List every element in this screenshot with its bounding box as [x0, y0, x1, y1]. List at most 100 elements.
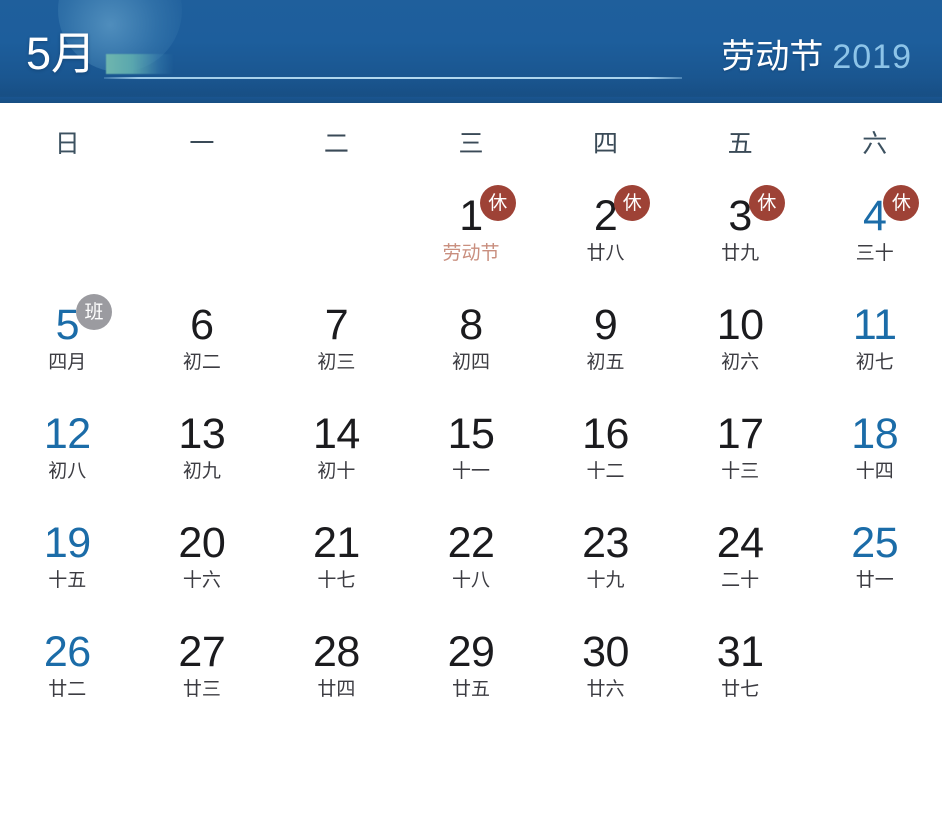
weekday-header-4: 四: [593, 130, 619, 158]
day-cell[interactable]: 5 班四月: [0, 290, 135, 399]
lunar-date-label: 十一: [451, 461, 490, 482]
day-number-wrapper: 12: [44, 410, 91, 458]
day-number: 28: [313, 628, 360, 676]
day-number-wrapper: 16: [582, 410, 629, 458]
day-cell[interactable]: 26 廿二: [0, 617, 135, 726]
day-number-wrapper: 5班: [56, 294, 112, 349]
day-number-wrapper: 15: [448, 410, 495, 458]
lunar-date-label: 初二: [182, 352, 221, 373]
day-cell[interactable]: 18 十四: [807, 399, 942, 508]
workday-badge: 班: [75, 294, 112, 330]
day-cell[interactable]: 15 十一: [404, 399, 539, 508]
day-cell[interactable]: 14 初十: [269, 399, 404, 508]
day-number-wrapper: 4休: [863, 185, 920, 240]
weekday-header-row: 日一二三四五六: [0, 103, 942, 181]
day-cell[interactable]: 9 初五: [538, 290, 673, 399]
day-cell[interactable]: 31 廿七: [673, 617, 808, 726]
day-number-wrapper: 20: [178, 519, 225, 567]
day-number: 27: [178, 628, 226, 676]
day-cell[interactable]: 25 廿一: [807, 508, 942, 617]
day-cell[interactable]: 30 廿六: [538, 617, 673, 726]
day-cell[interactable]: 7 初三: [269, 290, 404, 399]
lunar-date-label: 廿三: [182, 679, 221, 700]
day-number-wrapper: 1休: [459, 185, 516, 240]
day-cell[interactable]: 3 休廿九: [673, 181, 808, 290]
day-number-wrapper: 31: [717, 628, 764, 676]
day-number-wrapper: 11: [853, 301, 897, 349]
lunar-date-label: 初六: [721, 352, 760, 373]
day-number: 8: [459, 301, 483, 349]
day-cell[interactable]: 21 十七: [269, 508, 404, 617]
lunar-date-label: 四月: [48, 352, 87, 373]
lunar-date-label: 廿一: [855, 570, 894, 591]
day-number-wrapper: 14: [313, 410, 360, 458]
day-cell[interactable]: 17 十三: [673, 399, 808, 508]
restday-badge: 休: [883, 185, 920, 221]
day-cell[interactable]: 22 十八: [404, 508, 539, 617]
day-number-wrapper: 28: [313, 628, 360, 676]
day-number: 30: [582, 628, 629, 676]
day-cell[interactable]: 12 初八: [0, 399, 135, 508]
lunar-date-label: 初七: [855, 352, 894, 373]
day-number-wrapper: 2休: [594, 185, 651, 240]
day-number: 19: [43, 519, 91, 567]
day-number-wrapper: 8: [459, 301, 483, 349]
day-number-wrapper: 17: [717, 410, 764, 458]
day-number: 10: [716, 301, 764, 349]
header-year-label: 2019: [832, 38, 912, 76]
day-cell[interactable]: 2 休廿八: [538, 181, 673, 290]
day-number: 11: [852, 301, 897, 349]
day-cell[interactable]: 10 初六: [673, 290, 808, 399]
day-number: 24: [716, 519, 764, 567]
restday-badge: 休: [748, 185, 785, 221]
day-number-wrapper: 18: [851, 410, 898, 458]
day-cell[interactable]: 20 十六: [135, 508, 270, 617]
header-festival-label: 劳动节: [721, 38, 824, 76]
lunar-date-label: 十二: [586, 461, 625, 482]
day-cell[interactable]: 11 初七: [807, 290, 942, 399]
lunar-date-label: 十六: [182, 570, 221, 591]
lunar-date-label: 十三: [721, 461, 760, 482]
lunar-date-label: 廿九: [721, 243, 760, 264]
day-number-wrapper: 6: [190, 301, 214, 349]
day-number-wrapper: 24: [717, 519, 764, 567]
day-cell[interactable]: 29 廿五: [404, 617, 539, 726]
lunar-date-label: 廿八: [586, 243, 625, 264]
day-number-wrapper: 9: [594, 301, 618, 349]
weekday-header-5: 五: [727, 130, 753, 158]
day-number: 7: [324, 301, 349, 349]
lunar-date-label: 十七: [317, 570, 356, 591]
day-number: 16: [582, 410, 629, 458]
day-cell[interactable]: 24 二十: [673, 508, 808, 617]
day-cell[interactable]: 6 初二: [135, 290, 270, 399]
day-cell[interactable]: 1 休劳动节: [404, 181, 539, 290]
lunar-date-label: 二十: [721, 570, 760, 591]
day-cell[interactable]: 16 十二: [538, 399, 673, 508]
lunar-date-label: 廿五: [451, 679, 490, 700]
day-number-wrapper: 21: [313, 519, 360, 567]
day-cell[interactable]: 13 初九: [135, 399, 270, 508]
day-cell[interactable]: 23 十九: [538, 508, 673, 617]
day-number: 23: [582, 519, 629, 567]
day-number: 26: [43, 628, 91, 676]
day-cell[interactable]: 27 廿三: [135, 617, 270, 726]
header-bottom-band: [0, 97, 942, 103]
lunar-date-label: 初九: [182, 461, 221, 482]
weekday-header-0: 日: [54, 130, 80, 158]
day-cell[interactable]: 28 廿四: [269, 617, 404, 726]
day-number-wrapper: 13: [178, 410, 225, 458]
festival-label: 劳动节: [442, 243, 500, 264]
day-cell[interactable]: 4 休三十: [807, 181, 942, 290]
day-number-wrapper: 22: [448, 519, 495, 567]
day-number-wrapper: 10: [717, 301, 764, 349]
restday-badge: 休: [479, 185, 516, 221]
day-cell[interactable]: 19 十五: [0, 508, 135, 617]
weekday-header-6: 六: [862, 130, 888, 158]
day-number: 13: [178, 410, 226, 458]
calendar-app: 5月 劳动节 2019 日一二三四五六 1 休劳动节 2 休廿八 3 休廿九 4 休三十 5 班四月…: [0, 0, 942, 835]
restday-badge: 休: [614, 185, 651, 221]
day-number: 21: [313, 519, 360, 567]
header-title: 劳动节 2019: [721, 40, 912, 74]
day-number: 6: [190, 301, 214, 349]
day-cell[interactable]: 8 初四: [404, 290, 539, 399]
